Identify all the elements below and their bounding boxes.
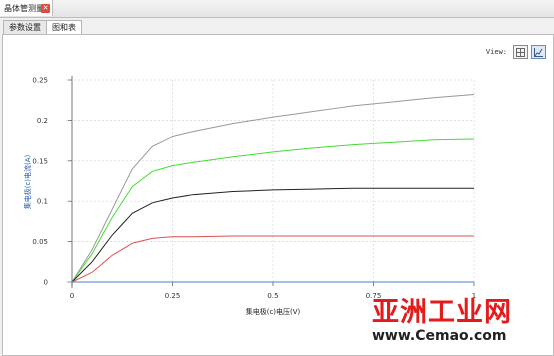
y-tick-label: 0.2 [37, 117, 48, 125]
series-line [71, 187, 474, 283]
series-line [71, 235, 474, 283]
chart-grid [66, 79, 475, 288]
y-tick-label: 0.05 [32, 238, 48, 246]
x-tick-label: 0.25 [165, 292, 181, 300]
x-tick-label: 0.5 [267, 292, 278, 300]
watermark-logo-text: 亚洲工业网 [372, 297, 512, 328]
y-tick-label: 0 [44, 279, 48, 287]
y-tick-label: 0.25 [32, 77, 48, 85]
y-axis-label: 集电极(c)电流(A) [23, 154, 32, 209]
x-tick-label: 0 [70, 292, 74, 300]
y-tick-label: 0.1 [37, 198, 48, 206]
y-tick-label: 0.15 [32, 157, 48, 165]
x-axis-label: 集电极(c)电压(V) [246, 307, 301, 316]
watermark-url: www.Cemao.com [372, 328, 507, 344]
